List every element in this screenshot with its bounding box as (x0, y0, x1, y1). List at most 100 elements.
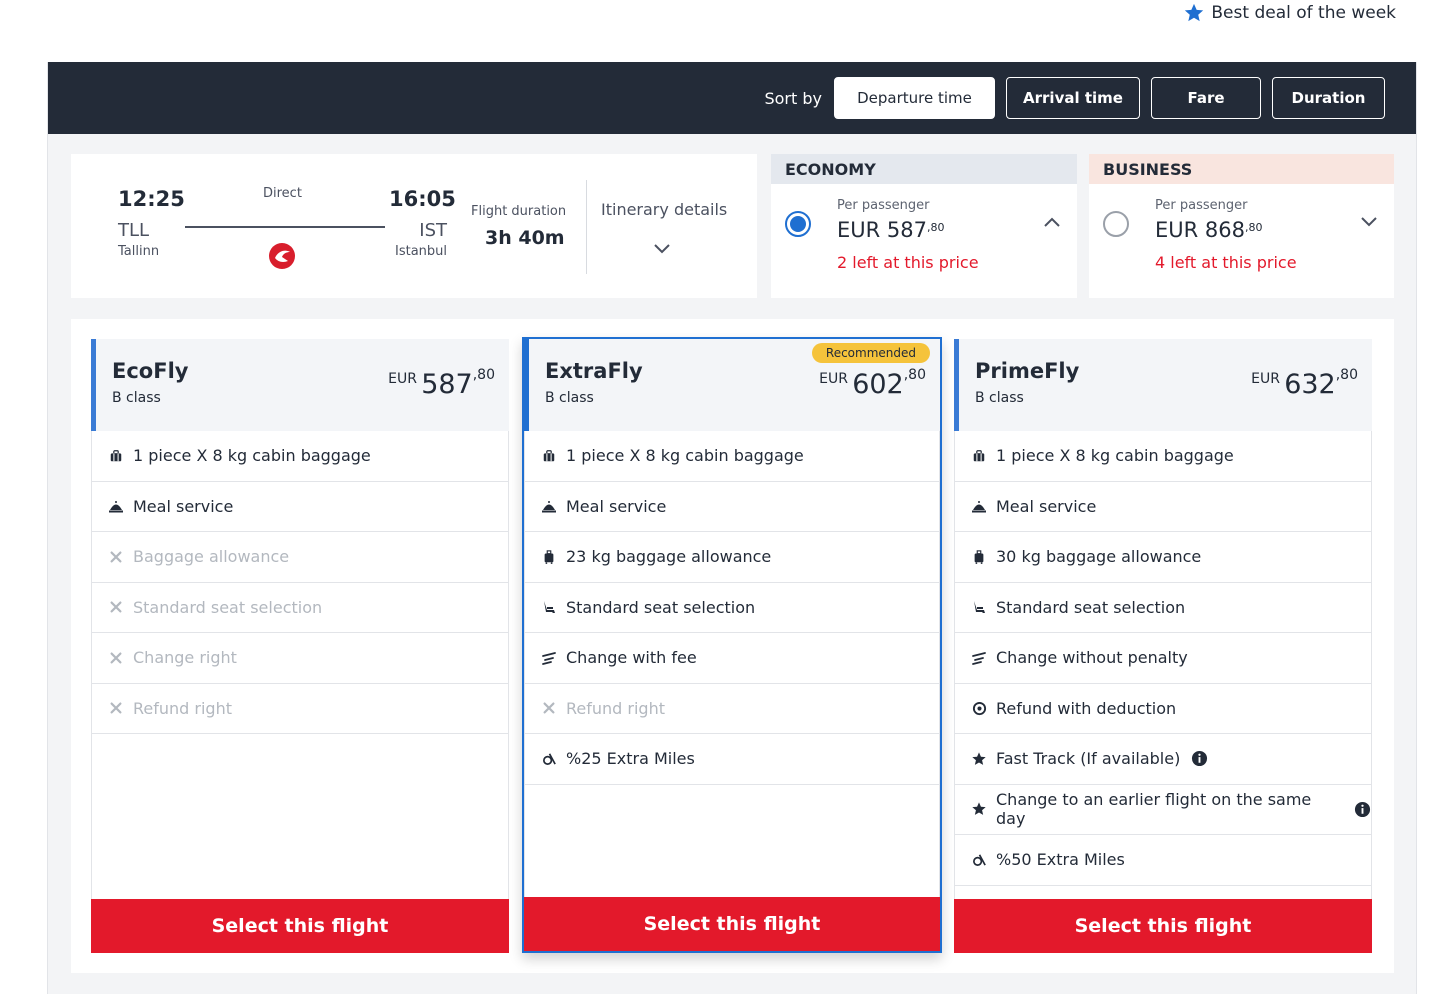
fare-features: 1 piece X 8 kg cabin baggage Meal service… (524, 431, 940, 785)
best-deal-label: Best deal of the week (1211, 3, 1396, 23)
feature-text: Standard seat selection (133, 597, 323, 617)
fare-currency: EUR (1251, 371, 1280, 387)
fare-feature-row: 23 kg baggage allowance (525, 532, 939, 583)
cabin-business-option[interactable]: BUSINESS Per passenger EUR 868,80 4 left… (1089, 154, 1394, 298)
price-main: 632 (1284, 369, 1336, 400)
price-cents: ,80 (927, 221, 945, 234)
fare-feature-row: Refund right (92, 684, 508, 734)
fare-feature-row: Change with fee (525, 633, 939, 684)
feature-text: Baggage allowance (133, 547, 290, 567)
cabin-name: BUSINESS (1089, 154, 1394, 184)
cross-icon (108, 549, 124, 565)
meal-icon (971, 498, 987, 514)
price-main: 868 (1204, 218, 1246, 242)
itinerary-details-link[interactable]: Itinerary details (601, 200, 727, 219)
turkish-airlines-logo-icon (269, 243, 295, 269)
feature-text: Meal service (996, 496, 1097, 516)
feature-text: Meal service (133, 496, 234, 516)
fare-currency: EUR (388, 371, 417, 387)
fare-feature-row: 1 piece X 8 kg cabin baggage (525, 431, 939, 482)
fare-name: ExtraFly (545, 359, 643, 383)
sort-departure-time-button[interactable]: Departure time (834, 77, 995, 119)
seat-icon (541, 599, 557, 615)
per-passenger-label: Per passenger (837, 198, 930, 213)
cabin-economy-option[interactable]: ECONOMY Per passenger EUR 587,80 2 left … (771, 154, 1077, 298)
sort-bar: Sort by Departure time Arrival time Fare… (48, 62, 1416, 134)
star-icon (1185, 3, 1204, 22)
info-icon[interactable] (1191, 750, 1208, 767)
fare-feature-row: %25 Extra Miles (525, 734, 939, 785)
flight-selection-page: Best deal of the week Sort by Departure … (0, 0, 1442, 994)
star-icon (971, 751, 987, 767)
fare-feature-row: Meal service (92, 482, 508, 532)
feature-text: Change right (133, 648, 237, 668)
cabin-bag-icon (541, 448, 557, 464)
departure-time: 12:25 (118, 187, 185, 211)
economy-radio[interactable] (785, 211, 811, 237)
price-main: 587 (886, 218, 928, 242)
select-flight-button[interactable]: Select this flight (91, 899, 509, 953)
chevron-down-icon[interactable] (1360, 215, 1378, 229)
feature-text: %50 Extra Miles (996, 850, 1125, 870)
divider (586, 180, 587, 274)
fare-feature-row: Meal service (525, 482, 939, 532)
fare-feature-row: Standard seat selection (92, 583, 508, 633)
business-radio[interactable] (1103, 211, 1129, 237)
fare-feature-row: Change right (92, 633, 508, 684)
fare-price: 632,80 (1284, 367, 1358, 400)
cabin-name: ECONOMY (771, 154, 1077, 184)
arrival-code: IST (419, 220, 447, 241)
price-main: 602 (852, 369, 904, 400)
flight-duration-label: Flight duration (471, 204, 567, 219)
route-line (185, 226, 385, 228)
feature-text: Standard seat selection (566, 597, 756, 617)
sort-duration-button[interactable]: Duration (1272, 77, 1385, 119)
seat-icon (971, 599, 987, 615)
fare-features: 1 piece X 8 kg cabin baggage Meal service… (954, 431, 1372, 886)
feature-text: Refund right (566, 698, 665, 718)
cabin-bag-icon (108, 448, 124, 464)
recommended-badge: Recommended (811, 343, 930, 363)
fare-class: B class (545, 390, 594, 406)
fare-feature-row: Meal service (955, 482, 1371, 532)
feature-text: Fast Track (If available) (996, 749, 1181, 769)
fare-feature-row: 1 piece X 8 kg cabin baggage (955, 431, 1371, 482)
fare-feature-row: Standard seat selection (525, 583, 939, 633)
feature-text: Change with fee (566, 648, 697, 668)
select-flight-button[interactable]: Select this flight (954, 899, 1372, 953)
currency: EUR (1155, 218, 1199, 242)
fare-feature-row: Change to an earlier flight on the same … (955, 785, 1371, 835)
price-cents: ,80 (1335, 367, 1358, 383)
chevron-up-icon[interactable] (1043, 215, 1061, 229)
per-passenger-label: Per passenger (1155, 198, 1248, 213)
flight-panel: Sort by Departure time Arrival time Fare… (47, 62, 1417, 994)
miles-icon (971, 852, 987, 868)
miles-icon (541, 751, 557, 767)
cross-icon (541, 700, 557, 716)
info-icon[interactable] (1354, 801, 1371, 818)
fare-feature-row: Refund with deduction (955, 684, 1371, 734)
fare-feature-row: Standard seat selection (955, 583, 1371, 633)
fare-class: B class (112, 390, 161, 406)
departure-city: Tallinn (118, 244, 160, 259)
luggage-icon (541, 549, 557, 565)
select-flight-button[interactable]: Select this flight (524, 897, 940, 951)
fare-feature-row: Fast Track (If available) (955, 734, 1371, 785)
price-cents: ,80 (903, 367, 926, 383)
price-cents: ,80 (472, 367, 495, 383)
star-icon (971, 801, 987, 817)
fare-feature-row: Baggage allowance (92, 532, 508, 583)
fare-header: Recommended ExtraFly B class EUR 602,80 (524, 339, 940, 431)
feature-text: Refund right (133, 698, 232, 718)
price-cents: ,80 (1245, 221, 1263, 234)
sort-arrival-time-button[interactable]: Arrival time (1006, 77, 1140, 119)
refund-icon (971, 700, 987, 716)
cabin-bag-icon (971, 448, 987, 464)
departure-code: TLL (118, 220, 150, 241)
feature-text: %25 Extra Miles (566, 749, 695, 769)
currency: EUR (837, 218, 881, 242)
cabin-price: EUR 868,80 (1155, 218, 1263, 242)
chevron-down-icon[interactable] (652, 242, 672, 256)
fare-card-extrafly: Recommended ExtraFly B class EUR 602,80 1 pie… (522, 337, 942, 953)
sort-fare-button[interactable]: Fare (1151, 77, 1261, 119)
